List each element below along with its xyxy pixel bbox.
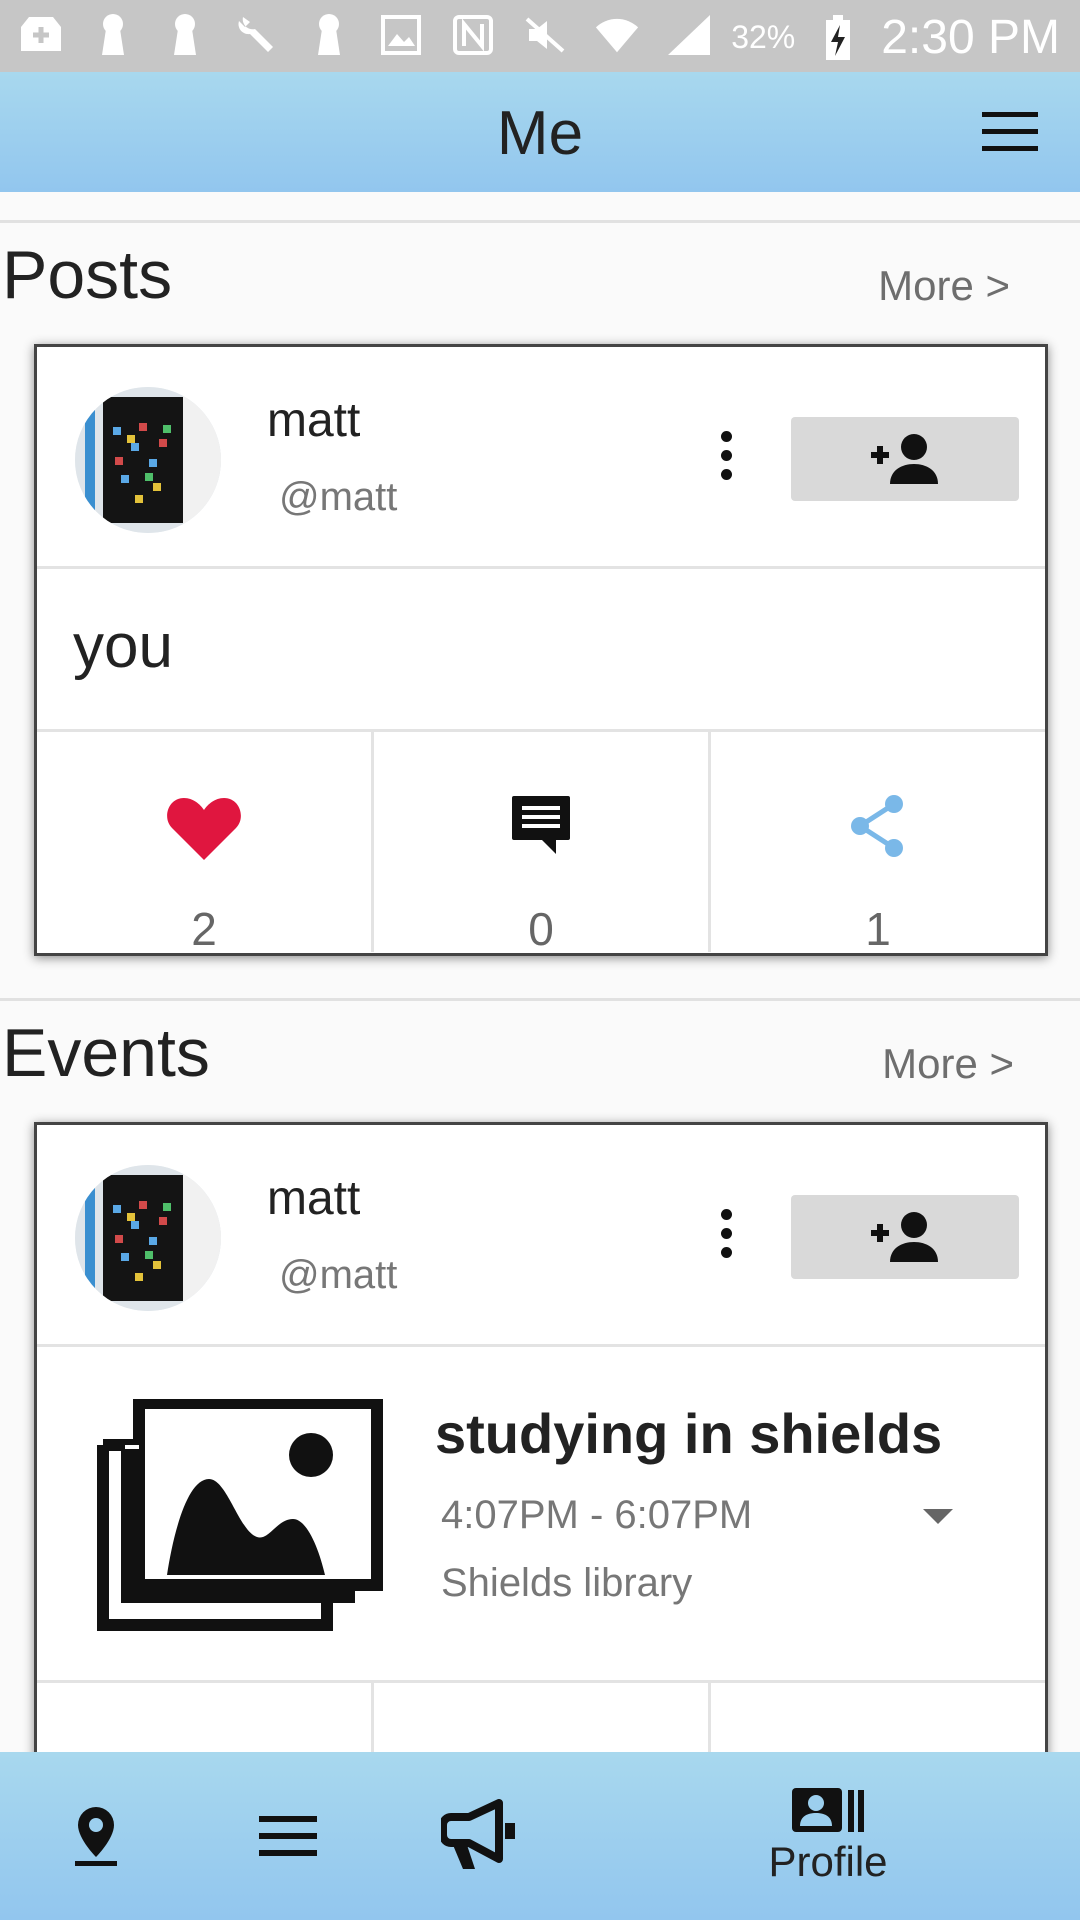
event-header: matt @matt <box>37 1125 1045 1347</box>
wrench-icon <box>234 12 280 58</box>
event-title: studying in shields <box>435 1402 943 1465</box>
expand-caret-icon[interactable] <box>923 1509 953 1524</box>
author-name[interactable]: matt <box>267 1171 360 1226</box>
event-content[interactable]: studying in shields 4:07PM - 6:07PM Shie… <box>37 1347 1045 1683</box>
nav-announcements[interactable] <box>438 1752 522 1920</box>
author-handle: @matt <box>279 1253 398 1297</box>
post-content: you <box>37 569 1045 732</box>
comment-icon <box>512 796 570 854</box>
keyhole-icon <box>306 12 352 58</box>
app-bar: Me <box>0 72 1080 192</box>
more-options-icon[interactable] <box>715 431 737 491</box>
clock: 2:30 PM <box>881 11 1060 64</box>
image-placeholder-icon <box>97 1397 387 1636</box>
comment-count: 0 <box>528 903 554 955</box>
battery-percent: 32% <box>731 19 796 55</box>
author-handle: @matt <box>279 475 398 519</box>
mute-icon <box>522 12 568 58</box>
add-icon <box>18 12 64 58</box>
event-card: matt @matt studying in shields 4:07PM - <box>34 1122 1048 1802</box>
nav-profile[interactable]: Profile <box>738 1752 918 1920</box>
share-count: 1 <box>865 903 891 955</box>
page-title: Me <box>496 99 584 168</box>
megaphone-icon <box>441 1799 515 1869</box>
posts-heading: Posts <box>2 237 173 313</box>
profile-card-icon <box>792 1788 864 1832</box>
event-time: 4:07PM - 6:07PM <box>441 1493 753 1537</box>
location-pin-icon <box>75 1807 117 1866</box>
list-icon <box>259 1816 317 1856</box>
bottom-navigation: Profile <box>0 1752 1080 1920</box>
events-more-link[interactable]: More > <box>882 1040 1014 1088</box>
divider <box>0 220 1080 223</box>
divider <box>0 998 1080 1001</box>
add-person-icon <box>871 1212 938 1262</box>
post-text: you <box>73 612 173 681</box>
image-icon <box>378 12 424 58</box>
nfc-icon <box>450 12 496 58</box>
notification-icons <box>18 12 712 58</box>
nav-feed[interactable] <box>258 1752 318 1920</box>
wifi-icon <box>594 12 640 58</box>
comment-button[interactable]: 0 <box>374 732 711 953</box>
signal-icon <box>666 12 712 58</box>
follow-button[interactable] <box>791 417 1019 501</box>
keyhole-icon <box>90 12 136 58</box>
more-options-icon[interactable] <box>715 1209 737 1269</box>
avatar[interactable] <box>75 1165 221 1311</box>
follow-button[interactable] <box>791 1195 1019 1279</box>
posts-more-link[interactable]: More > <box>878 262 1010 310</box>
nav-map[interactable] <box>60 1752 132 1920</box>
add-person-icon <box>871 434 938 484</box>
post-header: matt @matt <box>37 347 1045 569</box>
post-actions: 2 0 1 <box>37 732 1045 953</box>
like-count: 2 <box>191 903 217 955</box>
status-right: 32% 2:30 PM <box>731 10 1060 65</box>
share-button[interactable]: 1 <box>711 732 1045 953</box>
status-bar: 32% 2:30 PM <box>0 0 1080 72</box>
menu-icon[interactable] <box>982 112 1038 152</box>
keyhole-icon <box>162 12 208 58</box>
event-location: Shields library <box>441 1561 693 1605</box>
share-icon <box>851 795 903 857</box>
avatar[interactable] <box>75 387 221 533</box>
nav-profile-label: Profile <box>768 1838 888 1885</box>
battery-charging-icon <box>815 14 861 61</box>
heart-icon <box>167 798 241 860</box>
post-card: matt @matt you 2 0 1 <box>34 344 1048 956</box>
author-name[interactable]: matt <box>267 393 360 448</box>
like-button[interactable]: 2 <box>37 732 374 953</box>
events-heading: Events <box>2 1015 210 1091</box>
